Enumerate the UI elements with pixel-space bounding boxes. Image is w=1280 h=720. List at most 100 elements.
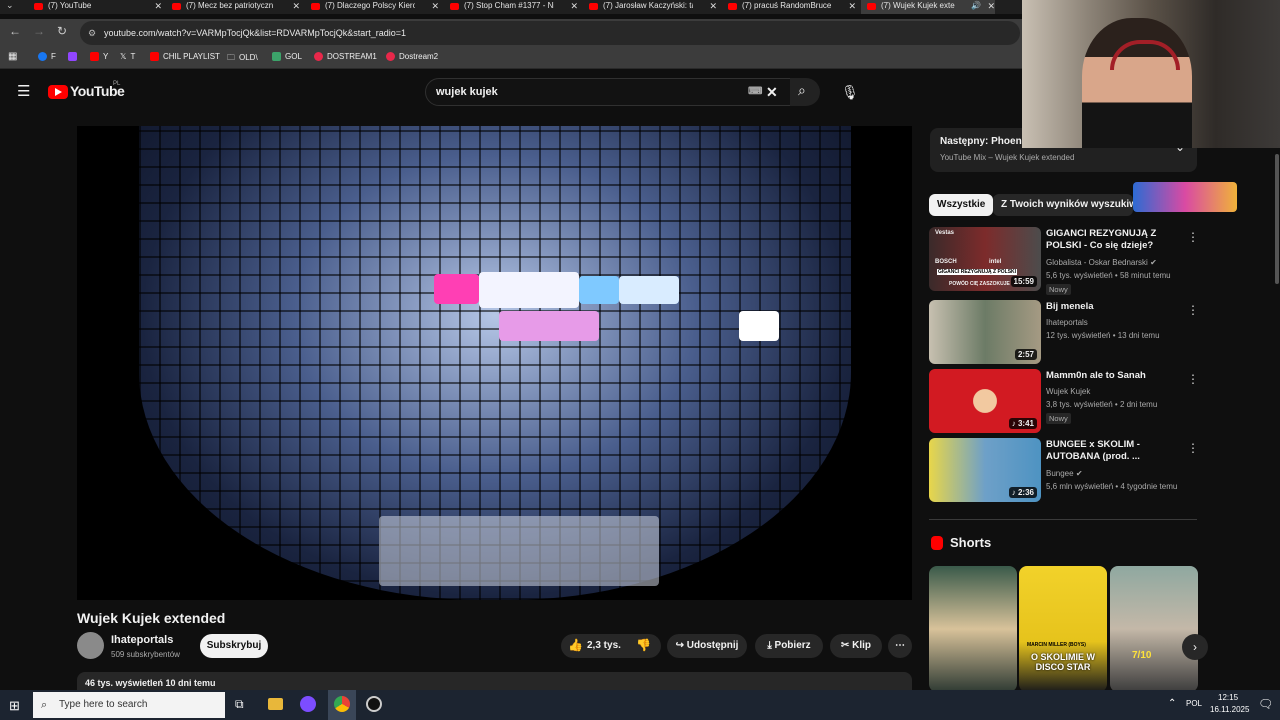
tab-2[interactable]: (7) Mecz bez patriotyczn ✕ bbox=[166, 0, 300, 14]
share-button[interactable]: ↪ Udostępnij bbox=[667, 634, 747, 658]
hamburger-menu-icon[interactable]: ☰ bbox=[17, 82, 30, 100]
recommended-video[interactable]: ♪ 2:36 BUNGEE x SKOLIM - AUTOBANA (prod.… bbox=[929, 438, 1199, 502]
video-title[interactable]: BUNGEE x SKOLIM - AUTOBANA (prod. ... bbox=[1046, 439, 1186, 463]
like-icon[interactable]: 👍 bbox=[568, 638, 583, 652]
short-thumbnail[interactable]: MARCIN MILLER (BOYS) O SKOLIMIE W DISCO … bbox=[1019, 566, 1107, 692]
scrollbar-thumb[interactable] bbox=[1275, 154, 1279, 284]
clip-label: Klip bbox=[852, 640, 872, 651]
short-thumbnail[interactable] bbox=[929, 566, 1017, 692]
file-explorer-icon[interactable] bbox=[268, 698, 283, 710]
thumb-brand-text: intel bbox=[989, 259, 1002, 265]
more-vert-icon[interactable]: ⋮ bbox=[1187, 441, 1199, 455]
more-actions-button[interactable]: ⋯ bbox=[888, 634, 912, 658]
channel-name[interactable]: Wujek Kujek bbox=[1046, 387, 1090, 396]
bookmark-chil-playlist[interactable]: CHIL PLAYLIST bbox=[150, 52, 220, 61]
thumb-brand-text: BOSCH bbox=[935, 259, 957, 265]
address-bar[interactable]: ⚙ youtube.com/watch?v=VARMpTocjQk&list=R… bbox=[80, 21, 1020, 45]
bookmark-old[interactable]: 🗀 OLD\ bbox=[227, 52, 258, 66]
more-vert-icon[interactable]: ⋮ bbox=[1187, 303, 1199, 317]
bookmark-dostream1[interactable]: DOSTREAM1 bbox=[314, 52, 377, 61]
dislike-icon[interactable]: 👎 bbox=[636, 638, 651, 652]
tray-chevron-icon[interactable]: ⌃ bbox=[1168, 698, 1176, 709]
keyboard-icon[interactable]: ⌨ bbox=[748, 79, 762, 105]
video-title[interactable]: Bij menela bbox=[1046, 301, 1186, 313]
channel-name[interactable]: Bungee ✔ bbox=[1046, 469, 1083, 478]
channel-avatar[interactable] bbox=[77, 632, 104, 659]
bookmark-f[interactable]: F bbox=[38, 52, 56, 61]
video-player[interactable] bbox=[77, 126, 912, 600]
bookmark-t[interactable]: 𝕏T bbox=[120, 52, 135, 61]
tab-list-chevron-icon[interactable]: ⌄ bbox=[6, 0, 14, 11]
back-icon[interactable]: ← bbox=[9, 24, 21, 38]
task-view-icon[interactable]: ⧉ bbox=[235, 697, 244, 712]
bookmark-dostream2[interactable]: Dostream2 bbox=[386, 52, 438, 61]
close-icon[interactable]: ✕ bbox=[570, 0, 578, 12]
bookmark-gol[interactable]: GOL bbox=[272, 52, 302, 61]
share-icon: ↪ bbox=[675, 640, 687, 651]
speaker-icon[interactable]: 🔊 bbox=[971, 0, 981, 12]
obs-icon[interactable] bbox=[366, 696, 382, 712]
channel-name[interactable]: Ihateportals bbox=[1046, 318, 1088, 327]
tab-3[interactable]: (7) Dlaczego Polscy Kiero ✕ bbox=[305, 0, 439, 14]
disco-light bbox=[579, 276, 619, 304]
short-thumbnail[interactable]: 7/10 bbox=[1110, 566, 1198, 692]
bookmark-label: Dostream2 bbox=[399, 52, 439, 61]
like-count[interactable]: 2,3 tys. bbox=[587, 640, 621, 651]
tab-5[interactable]: (7) Jarosław Kaczyński: ta ✕ bbox=[583, 0, 717, 14]
close-icon[interactable]: ✕ bbox=[848, 0, 856, 12]
bookmark-label: Y bbox=[103, 52, 109, 61]
subscriber-count: 509 subskrybentów bbox=[111, 650, 180, 659]
notifications-icon[interactable]: 🗨 bbox=[1258, 697, 1273, 711]
search-icon: ⌕ bbox=[41, 699, 48, 711]
forward-icon[interactable]: → bbox=[33, 24, 45, 38]
clock-date[interactable]: 16.11.2025 bbox=[1210, 705, 1249, 714]
bookmark-y[interactable]: Y bbox=[90, 52, 108, 61]
bookmark-label: T bbox=[130, 52, 136, 61]
clock-time[interactable]: 12:15 bbox=[1218, 693, 1238, 702]
duration-text: 2:36 bbox=[1017, 488, 1034, 497]
keyboard-language[interactable]: POL bbox=[1186, 699, 1202, 708]
video-title[interactable]: Mamm0n ale to Sanah bbox=[1046, 370, 1186, 382]
tab-label: (7) Jarosław Kaczyński: ta bbox=[603, 1, 693, 10]
taskbar-search-input[interactable]: ⌕ Type here to search bbox=[33, 692, 225, 718]
subscribe-button[interactable]: Subskrybuj bbox=[200, 634, 268, 658]
reload-icon[interactable]: ↻ bbox=[57, 24, 67, 38]
search-input[interactable]: wujek kujek ⌨ ✕ bbox=[425, 78, 791, 106]
close-icon[interactable]: ✕ bbox=[431, 0, 439, 12]
close-icon[interactable]: ✕ bbox=[292, 0, 300, 12]
clear-search-icon[interactable]: ✕ bbox=[766, 79, 778, 105]
description-box[interactable]: 46 tys. wyświetleń 10 dni temu bbox=[77, 672, 912, 692]
messenger-icon[interactable] bbox=[300, 696, 316, 712]
more-vert-icon[interactable]: ⋮ bbox=[1187, 372, 1199, 386]
microphone-icon[interactable]: 🎙 bbox=[836, 80, 864, 104]
channel-name[interactable]: Ihateportals bbox=[111, 634, 173, 646]
promo-banner[interactable] bbox=[1133, 182, 1237, 212]
site-info-icon[interactable]: ⚙ bbox=[88, 21, 96, 45]
chip-all[interactable]: Wszystkie bbox=[929, 194, 994, 216]
recommended-video[interactable]: 2:57 Bij menela Ihateportals 12 tys. wyś… bbox=[929, 300, 1199, 364]
apps-grid-icon[interactable]: ▦ bbox=[8, 51, 17, 62]
close-icon[interactable]: ✕ bbox=[987, 0, 995, 12]
tab-1[interactable]: (7) YouTube ✕ bbox=[28, 0, 162, 14]
windows-start-icon[interactable]: ⊞ bbox=[9, 698, 20, 714]
more-vert-icon[interactable]: ⋮ bbox=[1187, 230, 1199, 244]
bookmark-label: F bbox=[51, 52, 56, 61]
close-icon[interactable]: ✕ bbox=[709, 0, 717, 12]
webcam-overlay bbox=[1022, 0, 1280, 148]
chip-from-search[interactable]: Z Twoich wyników wyszukiwan bbox=[993, 194, 1133, 216]
recommended-video[interactable]: Vestas BOSCH intel GIGANCI REZYGNUJĄ Z P… bbox=[929, 227, 1199, 295]
search-button[interactable]: ⌕ bbox=[790, 78, 820, 106]
next-arrow-button[interactable]: › bbox=[1182, 634, 1208, 660]
channel-name[interactable]: Globalista - Oskar Bednarski ✔ bbox=[1046, 258, 1157, 267]
tab-7-active[interactable]: (7) Wujek Kujek exte 🔊 ✕ bbox=[861, 0, 995, 14]
bookmark-twitch[interactable] bbox=[68, 52, 81, 61]
close-icon[interactable]: ✕ bbox=[154, 0, 162, 12]
download-button[interactable]: ⤓ Pobierz bbox=[755, 634, 823, 658]
video-title[interactable]: GIGANCI REZYGNUJĄ Z POLSKI - Co się dzie… bbox=[1046, 228, 1186, 252]
clip-button[interactable]: ✂ Klip bbox=[830, 634, 882, 658]
logo-country: PL bbox=[113, 81, 121, 87]
tab-6[interactable]: (7) pracuś RandomBruce ✕ bbox=[722, 0, 856, 14]
recommended-video[interactable]: ♪ 3:41 Mamm0n ale to Sanah Wujek Kujek 3… bbox=[929, 369, 1199, 433]
scrollbar[interactable] bbox=[1274, 114, 1280, 690]
tab-4[interactable]: (7) Stop Cham #1377 - Ni ✕ bbox=[444, 0, 578, 14]
